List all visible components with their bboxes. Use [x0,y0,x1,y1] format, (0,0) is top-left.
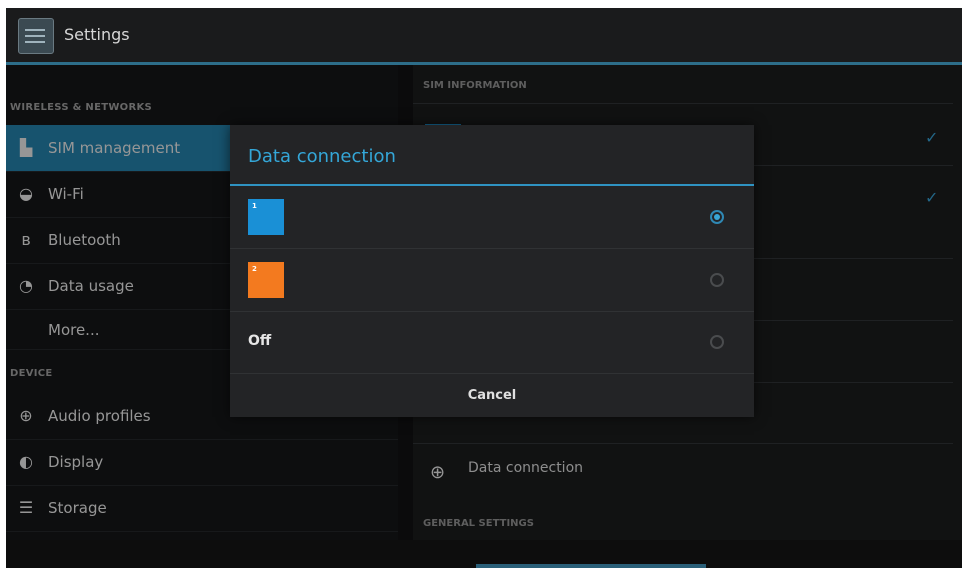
radio-off[interactable] [710,335,724,349]
settings-app-icon[interactable] [18,18,54,54]
sim-1-icon: 1 [248,199,284,235]
app-title: Settings [64,25,130,44]
action-bar: Settings [6,8,962,65]
option-sim-2[interactable]: 2 [230,249,754,312]
radio-sim-2[interactable] [710,273,724,287]
data-connection-dialog: Data connection 1 2 Off Cancel [230,125,754,417]
nav-hint-bar [476,564,706,568]
screen: Settings WIRELESS & NETWORKS ▙ SIM manag… [6,8,962,568]
cancel-button[interactable]: Cancel [230,374,754,417]
option-sim-1[interactable]: 1 [230,186,754,249]
radio-sim-1[interactable] [710,210,724,224]
option-off-label: Off [248,333,272,349]
system-bar [6,540,962,568]
dialog-title: Data connection [248,146,396,167]
sim-2-icon: 2 [248,262,284,298]
option-off[interactable]: Off [230,312,754,374]
